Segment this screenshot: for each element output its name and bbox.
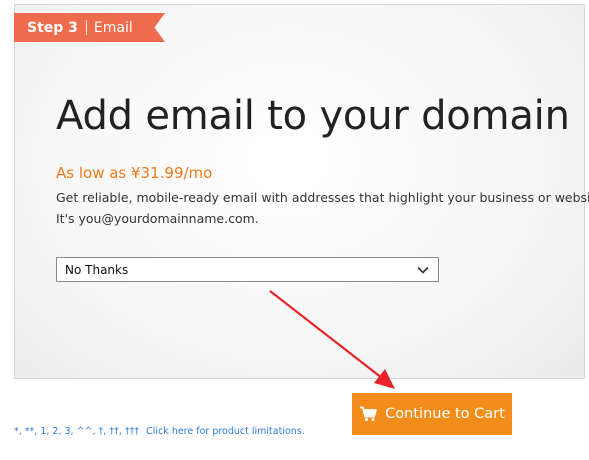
description: Get reliable, mobile-ready email with ad… <box>56 187 589 229</box>
description-line: It's you@yourdomainname.com. <box>56 211 259 226</box>
product-limitations-link[interactable]: Click here for product limitations. <box>146 426 305 437</box>
continue-to-cart-label: Continue to Cart <box>385 406 505 422</box>
step-number: Step 3 <box>27 19 78 36</box>
page: Step 3 Email Add email to your domain As… <box>0 0 589 460</box>
step-name: Email <box>93 19 133 36</box>
email-plan-selected-value: No Thanks <box>65 262 129 277</box>
page-title: Add email to your domain <box>56 93 570 139</box>
chevron-down-icon <box>417 266 429 274</box>
step-divider <box>85 20 87 35</box>
email-plan-select[interactable]: No Thanks <box>56 257 439 282</box>
price-text: As low as ¥31.99/mo <box>56 164 213 182</box>
step-ribbon: Step 3 Email <box>14 13 165 42</box>
cart-icon <box>360 406 378 422</box>
footnote-symbols: *, **, 1, 2, 3, ^^, †, ††, ††† <box>14 426 140 437</box>
description-line: Get reliable, mobile-ready email with ad… <box>56 190 589 205</box>
footnote: *, **, 1, 2, 3, ^^, †, ††, ††† Click her… <box>14 426 305 437</box>
continue-to-cart-button[interactable]: Continue to Cart <box>352 393 512 435</box>
